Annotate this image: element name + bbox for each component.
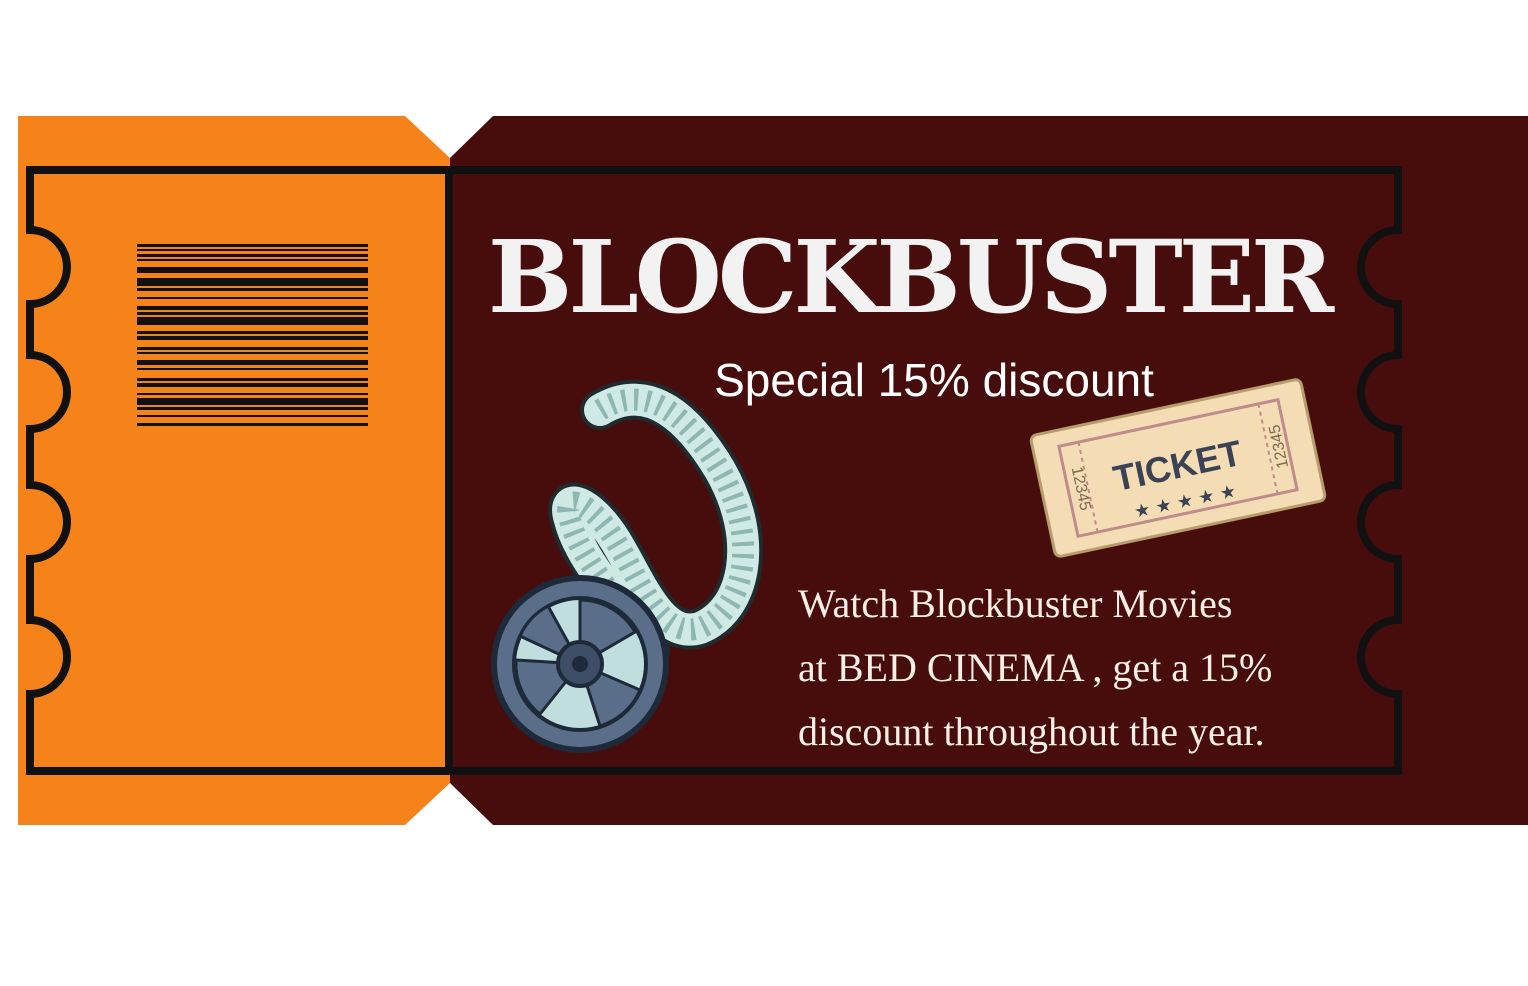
promo-line-2: at BED CINEMA , get a 15% [798, 645, 1273, 690]
barcode-bar [137, 360, 368, 365]
headline: BLOCKBUSTER [487, 218, 1334, 336]
barcode-bar [137, 407, 368, 410]
promo-description: Watch Blockbuster Movies at BED CINEMA ,… [798, 572, 1498, 764]
barcode-bar [137, 297, 368, 299]
barcode-bar [137, 423, 368, 426]
barcode-bar [137, 352, 368, 354]
promo-line-3: discount throughout the year. [798, 709, 1265, 754]
barcode-bar [137, 336, 368, 340]
film-reel-icon [491, 575, 669, 753]
barcode-bar [137, 259, 368, 261]
barcode-bar [137, 306, 368, 310]
barcode-bar [137, 383, 368, 387]
ticket-graphic: TICKET ★ ★ ★ ★ ★ 12345 12345 [18, 116, 1528, 825]
barcode-bar [137, 347, 368, 350]
barcode-bar [137, 312, 368, 315]
barcode-bar [137, 249, 368, 251]
ticket-stub [18, 116, 450, 825]
barcode-bar [137, 368, 368, 370]
barcode-bar [137, 267, 368, 273]
barcode-bar [137, 288, 368, 291]
barcode-bar [137, 378, 368, 381]
barcode-bar [137, 393, 368, 395]
barcode-bar [137, 331, 368, 334]
barcode-bar [137, 278, 368, 286]
barcode-bar [137, 415, 368, 417]
barcode-bar [137, 254, 368, 257]
barcode-bar [137, 317, 368, 325]
promo-line-1: Watch Blockbuster Movies [798, 581, 1233, 626]
barcode-bar [137, 244, 368, 247]
discount-subline: Special 15% discount [714, 354, 1154, 406]
barcode-bar [137, 398, 368, 405]
